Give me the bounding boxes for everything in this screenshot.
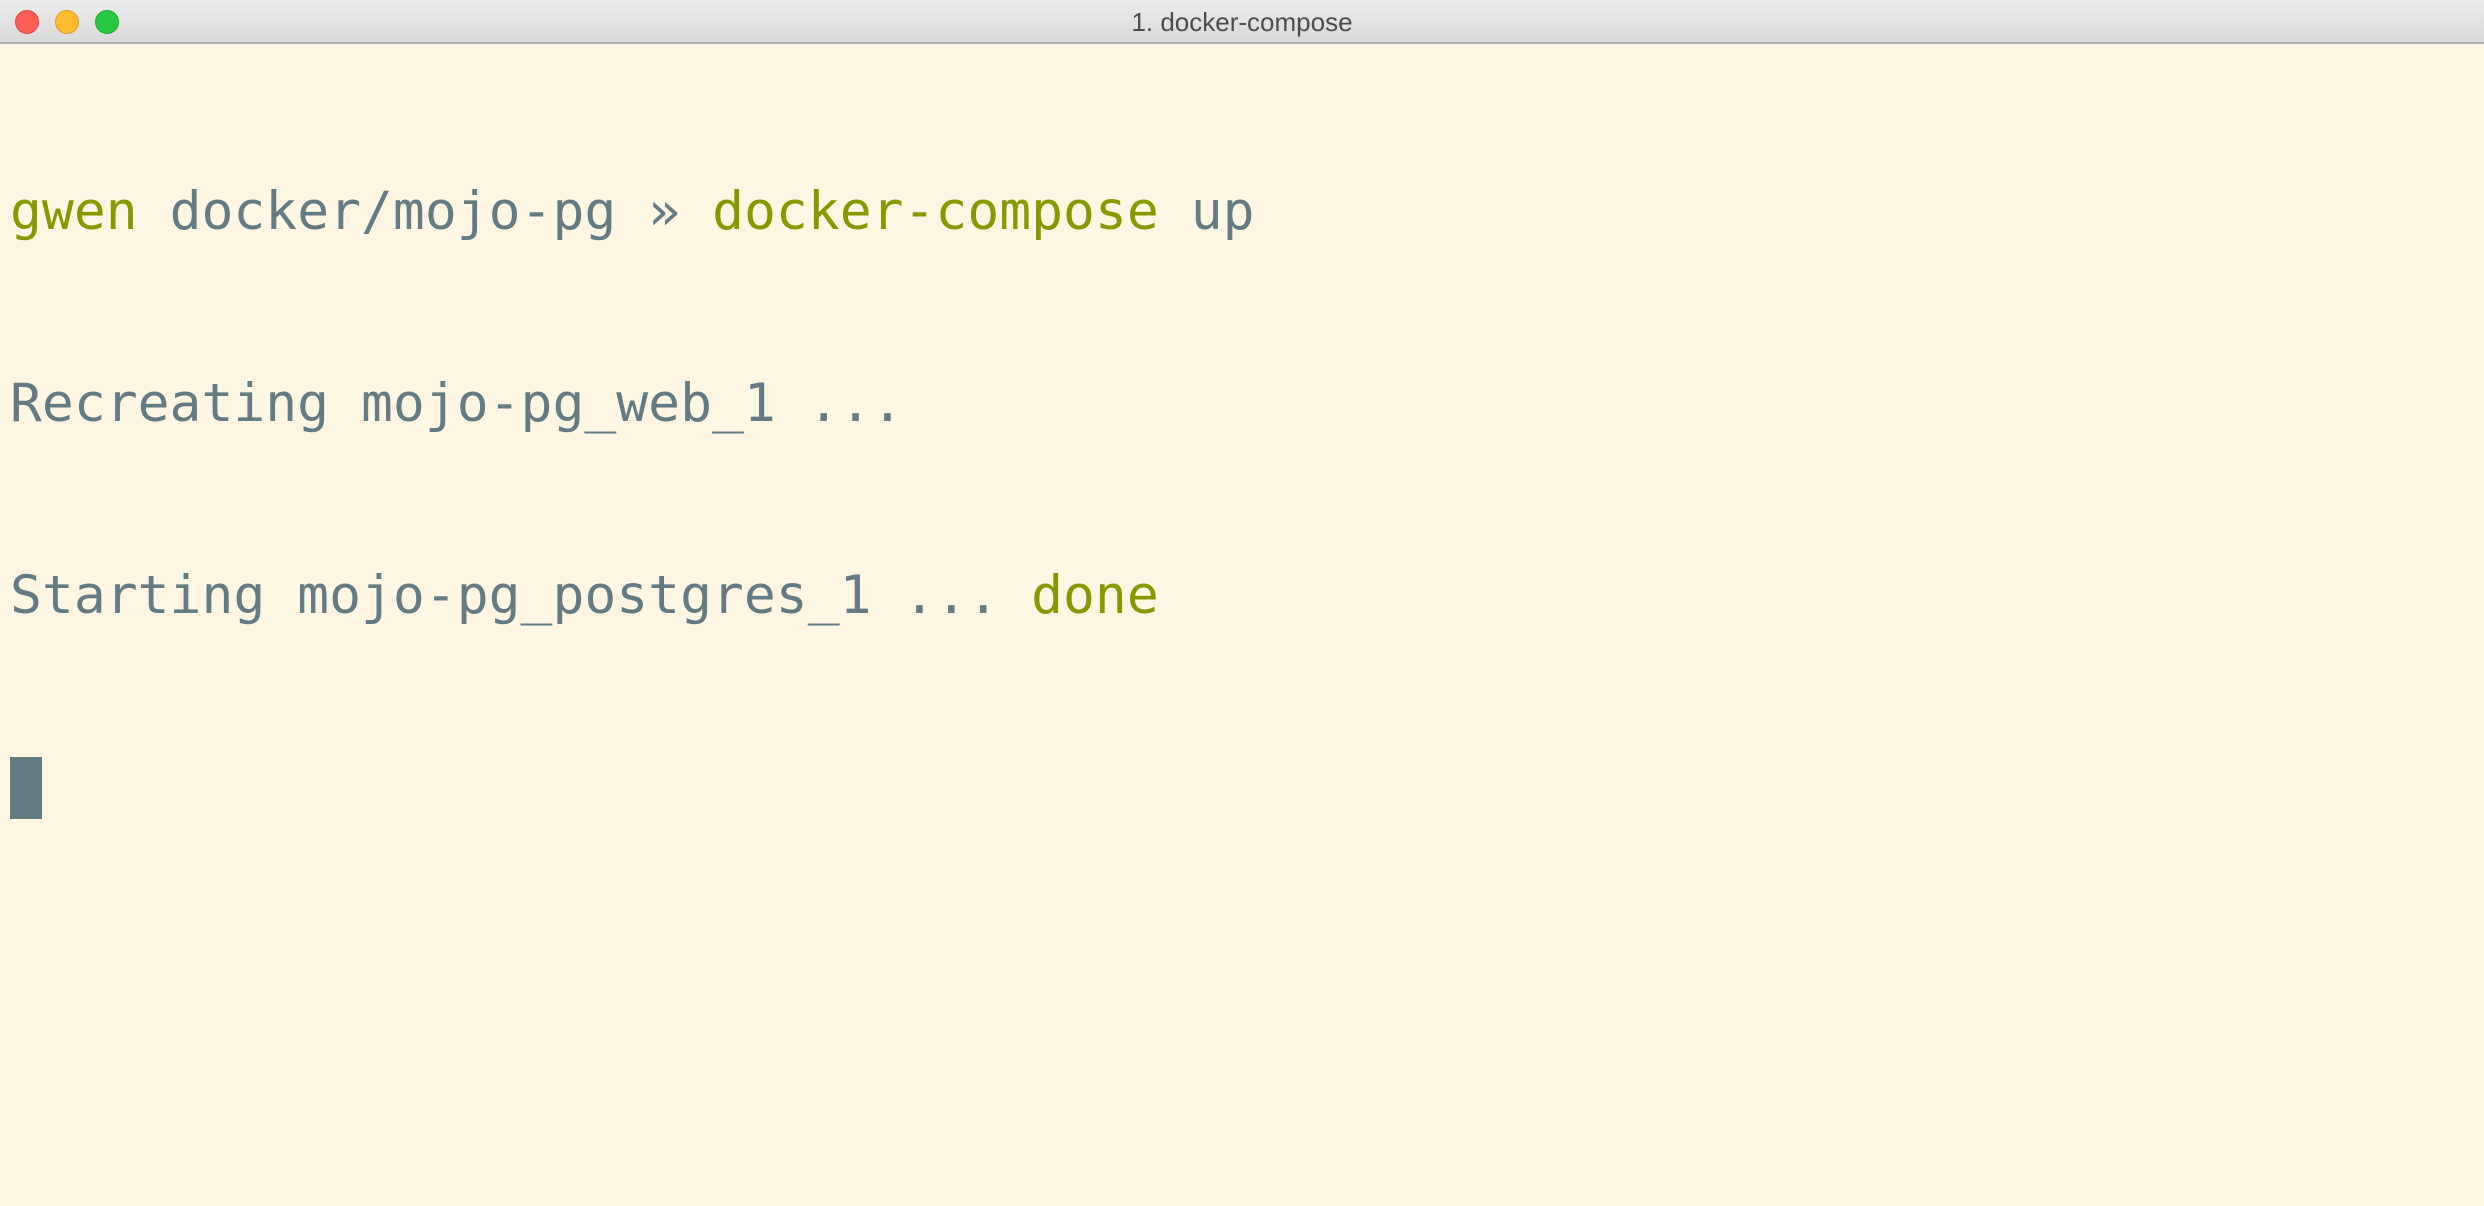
command-name: docker-compose: [712, 181, 1159, 242]
command-argument: up: [1190, 181, 1255, 242]
prompt-line: gwen docker/mojo-pg » docker-compose up: [10, 180, 2474, 244]
terminal-cursor: [10, 757, 42, 819]
window-title: 1. docker-compose: [1131, 7, 1353, 37]
output-line: Starting mojo-pg_postgres_1 ... done: [10, 564, 2474, 628]
prompt-path: docker/mojo-pg: [169, 181, 617, 242]
output-status: done: [1031, 565, 1159, 626]
prompt-separator: »: [648, 181, 681, 242]
prompt-user: gwen: [10, 181, 138, 242]
input-line[interactable]: [10, 756, 2474, 820]
terminal-window: 1. docker-compose gwen docker/mojo-pg » …: [0, 0, 2484, 1206]
terminal-output[interactable]: gwen docker/mojo-pg » docker-compose up …: [10, 52, 2474, 1206]
output-text: Recreating mojo-pg_web_1 ...: [10, 373, 904, 434]
output-text: Starting mojo-pg_postgres_1 ...: [10, 565, 1000, 626]
output-line: Recreating mojo-pg_web_1 ...: [10, 372, 2474, 436]
title-bar[interactable]: 1. docker-compose: [0, 0, 2484, 44]
